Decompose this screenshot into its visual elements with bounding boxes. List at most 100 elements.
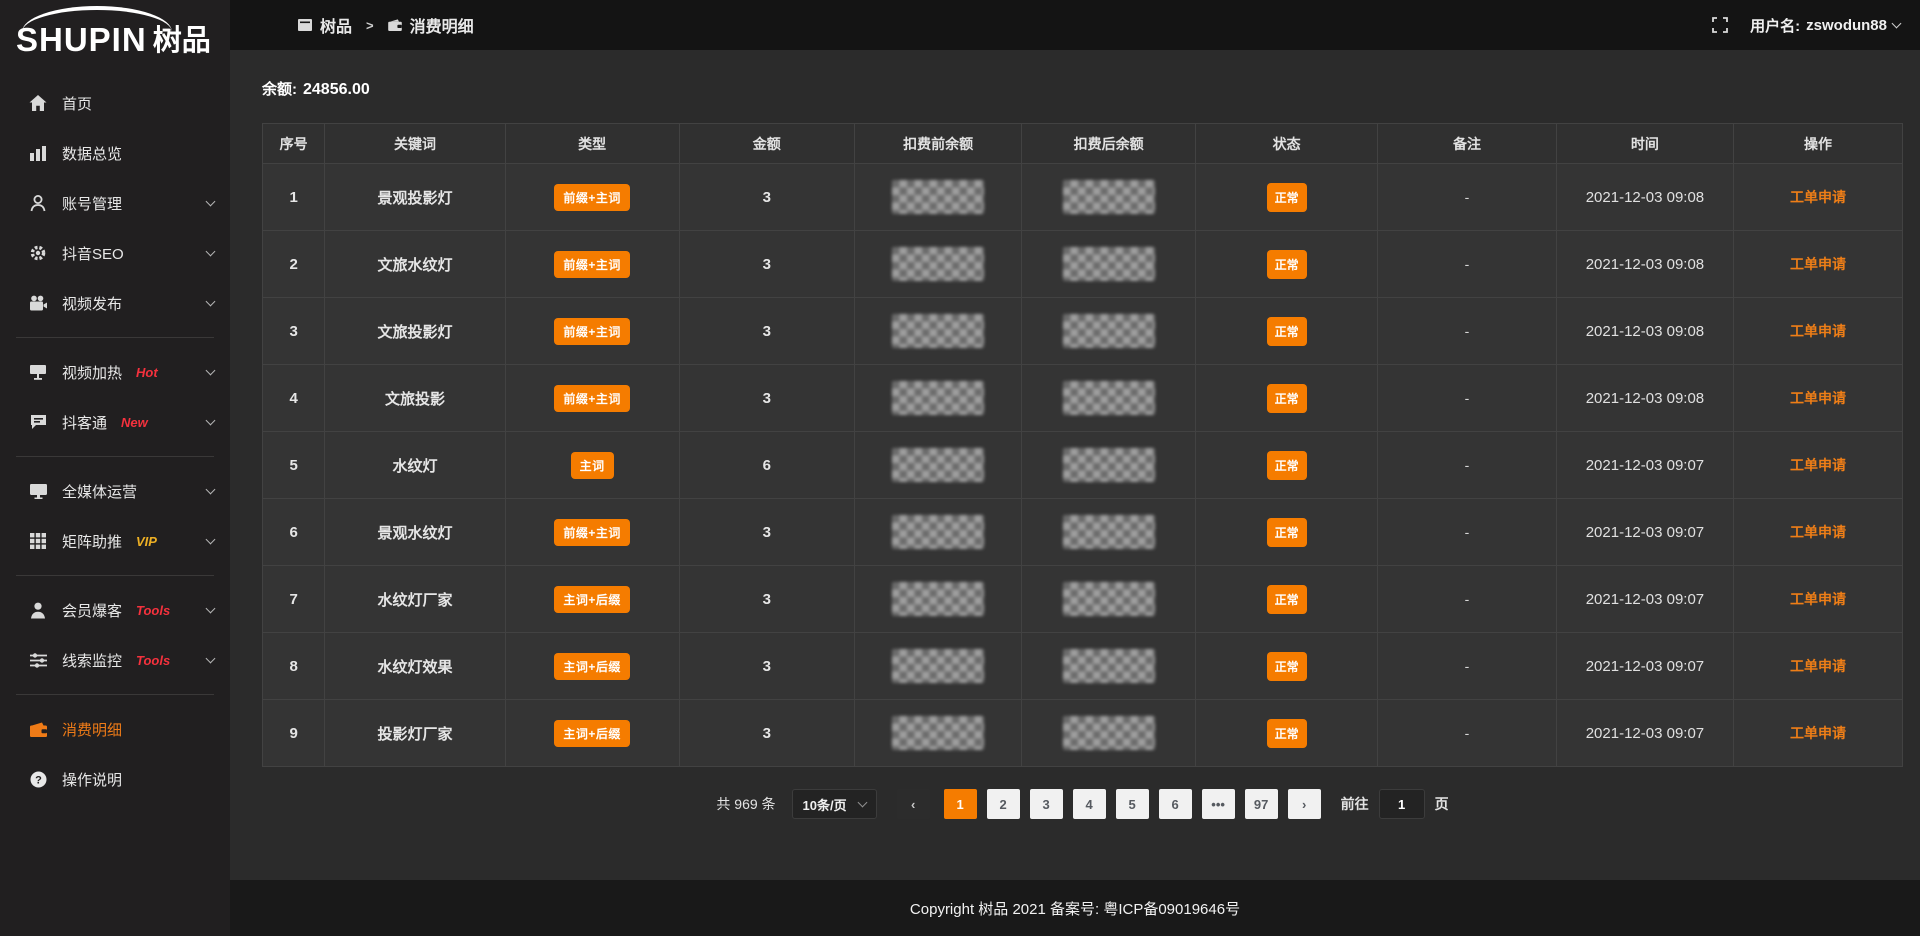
sidebar-item-lead-monitoring[interactable]: 线索监控 Tools	[0, 635, 230, 685]
next-page-button[interactable]: ›	[1288, 789, 1321, 819]
page-number-button[interactable]: 5	[1116, 789, 1149, 819]
action-cell: 工单申请	[1733, 566, 1902, 633]
sidebar-item-home[interactable]: 首页	[0, 78, 230, 128]
sidebar-item-data-overview[interactable]: 数据总览	[0, 128, 230, 178]
row-index-cell: 2	[263, 231, 325, 298]
sidebar-item-video-heating[interactable]: 视频加热 Hot	[0, 347, 230, 397]
work-order-link[interactable]: 工单申请	[1790, 725, 1846, 741]
sidebar-item-video-publish[interactable]: 视频发布	[0, 278, 230, 328]
page-number-button[interactable]: 2	[987, 789, 1020, 819]
status-badge: 正常	[1267, 518, 1307, 547]
balance-before-cell	[855, 164, 1022, 231]
keyword-cell: 景观水纹灯	[325, 499, 505, 566]
row-index-cell: 1	[263, 164, 325, 231]
sidebar-item-douyin-seo[interactable]: 抖音SEO	[0, 228, 230, 278]
video-camera-icon	[28, 294, 48, 312]
work-order-link[interactable]: 工单申请	[1790, 457, 1846, 473]
app-window-icon	[298, 19, 312, 31]
chevron-down-icon	[207, 490, 214, 493]
type-cell: 前缀+主词	[505, 231, 679, 298]
row-index-cell: 4	[263, 365, 325, 432]
chevron-down-icon	[207, 540, 214, 543]
user-menu[interactable]: 用户名: zswodun88	[1750, 15, 1900, 36]
row-index-cell: 9	[263, 700, 325, 767]
censored-value	[1063, 448, 1155, 482]
table-row: 1景观投影灯前缀+主词3正常-2021-12-03 09:08工单申请	[263, 164, 1903, 231]
balance-before-cell	[855, 432, 1022, 499]
page-number-button[interactable]: 3	[1030, 789, 1063, 819]
page-ellipsis-button[interactable]: •••	[1202, 789, 1235, 819]
work-order-link[interactable]: 工单申请	[1790, 591, 1846, 607]
balance-label: 余额:	[262, 81, 297, 98]
balance-before-cell	[855, 499, 1022, 566]
consumption-table: 序号关键词类型金额扣费前余额扣费后余额状态备注时间操作 1景观投影灯前缀+主词3…	[262, 123, 1903, 767]
amount-cell: 3	[679, 365, 854, 432]
keyword-cell: 水纹灯	[325, 432, 505, 499]
hot-badge: Hot	[136, 365, 158, 380]
sidebar-item-member-burst[interactable]: 会员爆客 Tools	[0, 585, 230, 635]
type-badge: 主词	[571, 452, 614, 479]
keyword-cell: 水纹灯厂家	[325, 566, 505, 633]
work-order-link[interactable]: 工单申请	[1790, 658, 1846, 674]
type-badge: 前缀+主词	[554, 251, 630, 278]
balance-after-cell	[1022, 432, 1196, 499]
page-number-button[interactable]: 4	[1073, 789, 1106, 819]
sidebar-item-all-media-operation[interactable]: 全媒体运营	[0, 466, 230, 516]
status-badge: 正常	[1267, 652, 1307, 681]
remark-cell: -	[1378, 298, 1557, 365]
table-row: 5水纹灯主词6正常-2021-12-03 09:07工单申请	[263, 432, 1903, 499]
column-header: 关键词	[325, 124, 505, 164]
sidebar-item-label: 首页	[62, 93, 92, 114]
page-number-button[interactable]: 6	[1159, 789, 1192, 819]
sidebar-item-account-management[interactable]: 账号管理	[0, 178, 230, 228]
page-number-button[interactable]: 97	[1245, 789, 1278, 819]
sidebar-item-consumption-details[interactable]: 消费明细	[0, 704, 230, 754]
amount-cell: 6	[679, 432, 854, 499]
work-order-link[interactable]: 工单申请	[1790, 256, 1846, 272]
topbar-right: 用户名: zswodun88	[1712, 15, 1900, 36]
sidebar-item-label: 操作说明	[62, 769, 122, 790]
censored-value	[892, 314, 984, 348]
chevron-down-icon	[207, 302, 214, 305]
balance-after-cell	[1022, 566, 1196, 633]
goto-page-input[interactable]	[1379, 789, 1425, 819]
sidebar-item-label: 线索监控	[62, 650, 122, 671]
censored-value	[892, 448, 984, 482]
sidebar-divider	[16, 694, 214, 695]
row-index-cell: 6	[263, 499, 325, 566]
work-order-link[interactable]: 工单申请	[1790, 189, 1846, 205]
column-header: 扣费后余额	[1022, 124, 1196, 164]
sidebar-item-douketong[interactable]: 抖客通 New	[0, 397, 230, 447]
page-size-select[interactable]: 10条/页	[792, 789, 877, 819]
sidebar-item-instructions[interactable]: ? 操作说明	[0, 754, 230, 804]
column-header: 类型	[505, 124, 679, 164]
sidebar-item-matrix-boost[interactable]: 矩阵助推 VIP	[0, 516, 230, 566]
status-badge: 正常	[1267, 451, 1307, 480]
work-order-link[interactable]: 工单申请	[1790, 390, 1846, 406]
keyword-cell: 文旅投影	[325, 365, 505, 432]
work-order-link[interactable]: 工单申请	[1790, 524, 1846, 540]
status-cell: 正常	[1196, 298, 1378, 365]
footer: Copyright 树品 2021 备案号: 粤ICP备09019646号	[230, 880, 1920, 936]
work-order-link[interactable]: 工单申请	[1790, 323, 1846, 339]
sidebar-item-label: 消费明细	[62, 719, 122, 740]
goto-label: 前往	[1341, 794, 1369, 814]
column-header: 序号	[263, 124, 325, 164]
breadcrumb-home[interactable]: 树品	[320, 13, 352, 37]
chevron-down-icon	[207, 421, 214, 424]
balance-before-cell	[855, 365, 1022, 432]
pagination: 共 969 条 10条/页 ‹ 123456•••97 › 前往 页	[262, 789, 1903, 819]
table-row: 4文旅投影前缀+主词3正常-2021-12-03 09:08工单申请	[263, 365, 1903, 432]
balance-value: 24856.00	[303, 81, 370, 98]
type-badge: 前缀+主词	[554, 385, 630, 412]
time-cell: 2021-12-03 09:07	[1556, 700, 1733, 767]
censored-value	[892, 716, 984, 750]
time-cell: 2021-12-03 09:07	[1556, 432, 1733, 499]
sidebar-item-label: 会员爆客	[62, 600, 122, 621]
fullscreen-icon[interactable]	[1712, 17, 1728, 33]
goto-suffix: 页	[1435, 794, 1449, 814]
sidebar-item-label: 视频发布	[62, 293, 122, 314]
prev-page-button[interactable]: ‹	[897, 789, 930, 819]
balance-before-cell	[855, 231, 1022, 298]
page-number-button[interactable]: 1	[944, 789, 977, 819]
